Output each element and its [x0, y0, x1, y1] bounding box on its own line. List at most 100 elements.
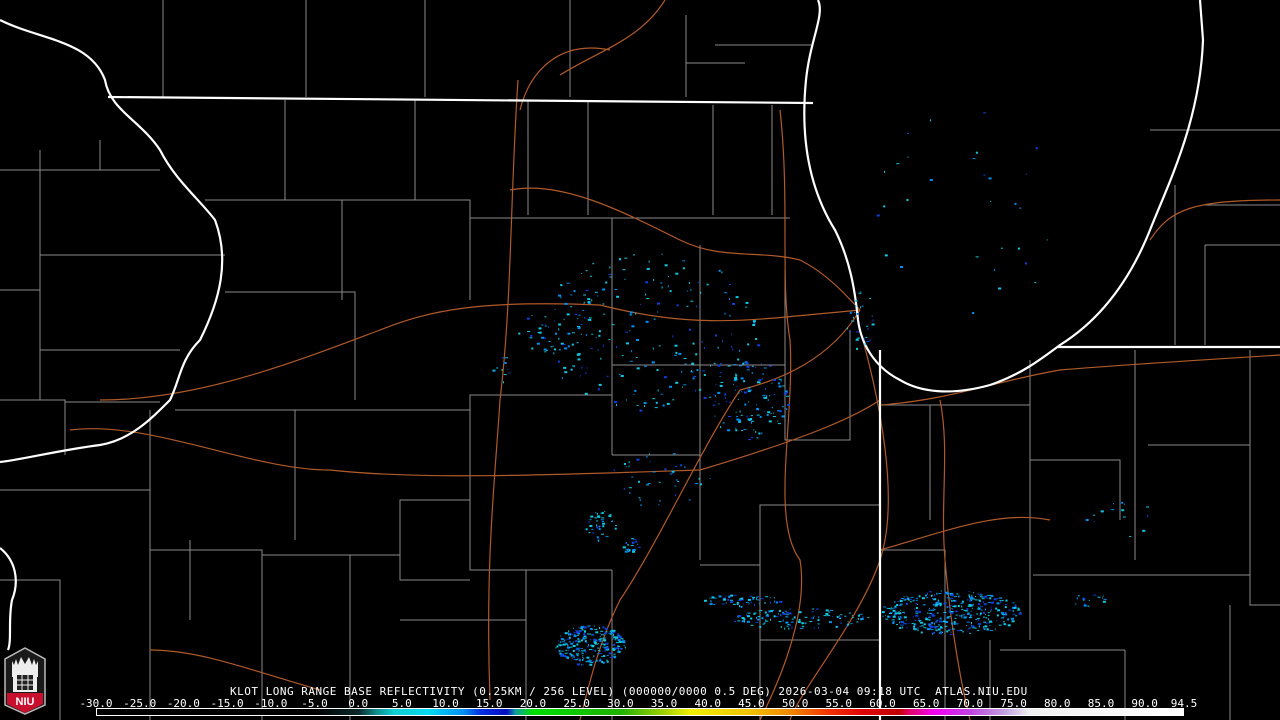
radar-echo: [744, 403, 747, 406]
radar-echo: [568, 633, 570, 636]
radar-echo: [926, 597, 929, 599]
radar-echo: [741, 430, 743, 432]
radar-echo: [787, 404, 791, 406]
radar-echo: [614, 288, 618, 290]
radar-echo: [847, 621, 849, 623]
radar-echo: [764, 396, 768, 399]
radar-echo: [612, 638, 614, 640]
radar-echo: [753, 612, 756, 615]
radar-echo: [722, 598, 726, 601]
radar-echo: [555, 332, 557, 335]
radar-echo: [605, 631, 608, 633]
radar-echo: [726, 400, 727, 402]
radar-echo: [949, 598, 951, 600]
radar-echo: [1012, 613, 1016, 615]
radar-echo: [645, 281, 649, 284]
radar-echo: [844, 615, 847, 617]
radar-echo: [616, 295, 620, 298]
radar-echo: [777, 420, 779, 422]
radar-echo: [1011, 620, 1015, 623]
radar-echo: [975, 596, 976, 597]
radar-echo: [575, 640, 578, 643]
radar-echo: [672, 453, 676, 455]
radar-echo: [729, 315, 732, 317]
radar-echo: [740, 414, 743, 416]
radar-echo: [661, 286, 663, 289]
radar-echo: [898, 611, 900, 613]
radar-echo: [652, 398, 656, 400]
radar-echo: [597, 349, 599, 351]
radar-echo: [999, 597, 1003, 599]
radar-echo: [899, 600, 903, 602]
radar-echo: [751, 421, 752, 424]
radar-echo: [671, 470, 675, 473]
radar-echo: [558, 337, 560, 340]
radar-echo: [750, 601, 752, 604]
radar-echo: [761, 378, 763, 380]
radar-echo: [921, 597, 925, 600]
radar-echo: [614, 656, 616, 659]
radar-echo: [753, 429, 755, 431]
radar-echo: [558, 349, 561, 351]
radar-echo: [757, 616, 761, 618]
radar-echo: [724, 292, 728, 294]
radar-echo: [754, 603, 755, 606]
radar-echo: [579, 659, 581, 662]
radar-echo: [1100, 510, 1104, 513]
radar-echo: [799, 627, 803, 629]
radar-echo: [618, 641, 621, 643]
radar-echo: [782, 619, 784, 622]
radar-echo: [590, 515, 594, 518]
radar-echo: [735, 296, 739, 299]
radar-echo: [545, 323, 547, 325]
radar-echo: [603, 632, 607, 635]
radar-echo: [858, 614, 860, 617]
radar-echo: [554, 348, 556, 351]
radar-echo: [699, 483, 702, 486]
radar-echo: [983, 621, 987, 623]
radar-echo: [949, 633, 953, 635]
radar-echo: [936, 592, 938, 595]
radar-echo: [578, 651, 579, 653]
radar-echo: [898, 616, 900, 619]
radar-echo: [891, 619, 895, 621]
radar-echo: [778, 385, 782, 388]
radar-echo: [736, 602, 739, 605]
radar-echo: [835, 625, 838, 628]
radar-echo: [797, 621, 801, 623]
radar-echo: [923, 623, 926, 626]
radar-echo: [589, 525, 593, 527]
radar-echo: [563, 318, 565, 320]
radar-echo: [882, 615, 884, 617]
radar-echo: [933, 622, 935, 625]
radar-echo: [932, 631, 935, 634]
radar-echo: [896, 624, 898, 626]
radar-echo: [588, 644, 589, 646]
radar-echo: [818, 626, 819, 629]
radar-echo: [655, 401, 658, 404]
radar-echo: [788, 627, 790, 630]
radar-echo: [583, 294, 587, 296]
radar-echo: [780, 614, 782, 617]
radar-echo: [801, 622, 805, 625]
radar-echo: [1007, 618, 1010, 621]
radar-echo: [770, 601, 771, 604]
radar-echo: [734, 621, 736, 623]
radar-echo: [778, 382, 780, 385]
radar-echo: [813, 615, 815, 617]
radar-echo: [728, 416, 731, 417]
radar-echo: [530, 334, 533, 337]
radar-echo: [817, 623, 820, 625]
radar-echo: [758, 432, 761, 435]
radar-echo: [627, 544, 629, 546]
radar-echo: [576, 634, 579, 636]
radar-echo: [713, 603, 716, 605]
radar-echo: [689, 328, 691, 331]
radar-echo: [915, 607, 918, 609]
radar-echo: [589, 519, 592, 521]
radar-echo: [746, 365, 750, 368]
radar-echo: [648, 453, 650, 455]
radar-echo: [652, 471, 656, 473]
radar-echo: [505, 357, 508, 359]
radar-echo: [739, 605, 740, 608]
